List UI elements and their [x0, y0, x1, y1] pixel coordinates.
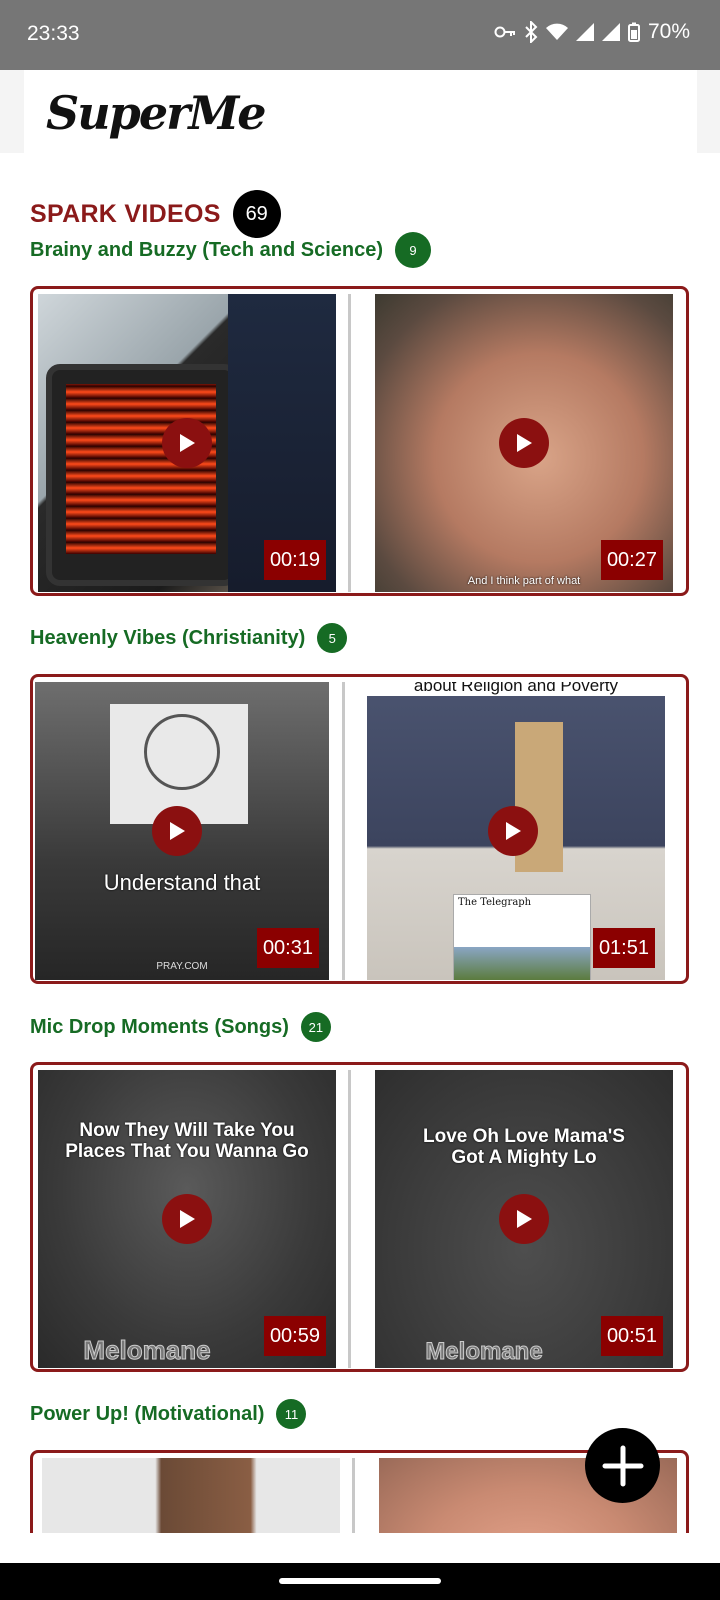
content-bottom-edge — [0, 1533, 720, 1563]
wifi-icon — [545, 23, 568, 40]
category-label: Power Up! (Motivational) — [30, 1402, 265, 1425]
video-thumbnail[interactable]: Love Oh Love Mama'S Got A Mighty Lo Melo… — [375, 1070, 673, 1368]
video-watermark: Melomane — [425, 1338, 543, 1366]
play-icon — [180, 1210, 195, 1228]
play-icon — [517, 1210, 532, 1228]
play-icon — [170, 822, 185, 840]
battery-percent: 70% — [647, 20, 690, 43]
play-button[interactable] — [488, 806, 538, 856]
total-count-badge: 69 — [232, 190, 281, 238]
thumbnail-newspaper: The Telegraph — [453, 894, 591, 980]
play-icon — [180, 434, 195, 452]
category-title-christianity[interactable]: Heavenly Vibes (Christianity) 5 — [30, 623, 348, 653]
bluetooth-icon — [525, 21, 538, 43]
video-thumbnail[interactable]: 00:19 — [38, 294, 336, 592]
play-icon — [517, 434, 532, 452]
video-duration: 00:31 — [256, 928, 319, 968]
play-button[interactable] — [499, 1194, 549, 1244]
thumbnail-divider — [348, 1070, 351, 1368]
add-fab-button[interactable] — [585, 1428, 660, 1503]
category-label: Brainy and Buzzy (Tech and Science) — [30, 238, 384, 261]
thumbnail-divider — [348, 294, 351, 592]
thumbnail-divider — [342, 682, 345, 980]
home-gesture-handle[interactable] — [279, 1578, 441, 1584]
app-header: SuperMe — [0, 70, 720, 153]
video-duration: 01:51 — [592, 928, 655, 968]
signal-icon — [575, 23, 594, 41]
status-time: 23:33 — [27, 22, 80, 45]
video-row-christianity[interactable]: Understand that PRAY.COM 00:31 about Rel… — [30, 674, 689, 984]
category-title-tech[interactable]: Brainy and Buzzy (Tech and Science) 9 — [30, 232, 432, 268]
video-caption: about Religion and Poverty — [367, 682, 665, 696]
play-button[interactable] — [152, 806, 202, 856]
category-title-songs[interactable]: Mic Drop Moments (Songs) 21 — [30, 1012, 331, 1042]
play-button[interactable] — [162, 418, 212, 468]
video-thumbnail[interactable]: about Religion and Poverty The Telegraph… — [367, 682, 665, 980]
plus-icon — [602, 1445, 643, 1486]
battery-icon — [627, 22, 640, 42]
video-duration: 00:19 — [263, 540, 326, 580]
video-caption: Love Oh Love Mama'S Got A Mighty Lo — [423, 1126, 625, 1168]
thumbnail-device — [46, 364, 238, 586]
status-bar: 23:33 70% — [0, 0, 720, 70]
category-count-badge: 5 — [317, 623, 348, 653]
section-header: SPARK VIDEOS 69 — [30, 190, 281, 238]
video-row-tech[interactable]: 00:19 And I think part of what 00:27 — [30, 286, 689, 596]
category-count-badge: 9 — [395, 232, 432, 268]
system-nav-bar — [0, 1563, 720, 1600]
category-count-badge: 11 — [276, 1399, 307, 1429]
vpn-key-icon — [494, 26, 515, 38]
video-row-songs[interactable]: Now They Will Take You Places That You W… — [30, 1062, 689, 1372]
status-icons: 70% — [494, 20, 690, 44]
video-duration: 00:27 — [600, 540, 663, 580]
play-icon — [506, 822, 521, 840]
logo-container: SuperMe — [24, 70, 697, 153]
play-button[interactable] — [162, 1194, 212, 1244]
video-watermark: Melomane — [83, 1335, 211, 1366]
video-thumbnail[interactable]: And I think part of what 00:27 — [375, 294, 673, 592]
signal-2-icon — [601, 23, 620, 41]
category-label: Mic Drop Moments (Songs) — [30, 1015, 289, 1038]
video-thumbnail[interactable]: Understand that PRAY.COM 00:31 — [35, 682, 329, 980]
video-caption: Understand that — [103, 870, 261, 895]
category-label: Heavenly Vibes (Christianity) — [30, 626, 306, 649]
play-button[interactable] — [499, 418, 549, 468]
video-thumbnail[interactable]: Now They Will Take You Places That You W… — [38, 1070, 336, 1368]
app-logo[interactable]: SuperMe — [46, 86, 267, 140]
category-count-badge: 21 — [300, 1012, 331, 1042]
section-title: SPARK VIDEOS — [30, 199, 221, 228]
category-title-motivational[interactable]: Power Up! (Motivational) 11 — [30, 1399, 307, 1429]
video-caption: Now They Will Take You Places That You W… — [65, 1120, 309, 1162]
video-duration: 00:59 — [263, 1316, 326, 1356]
video-duration: 00:51 — [600, 1316, 663, 1356]
